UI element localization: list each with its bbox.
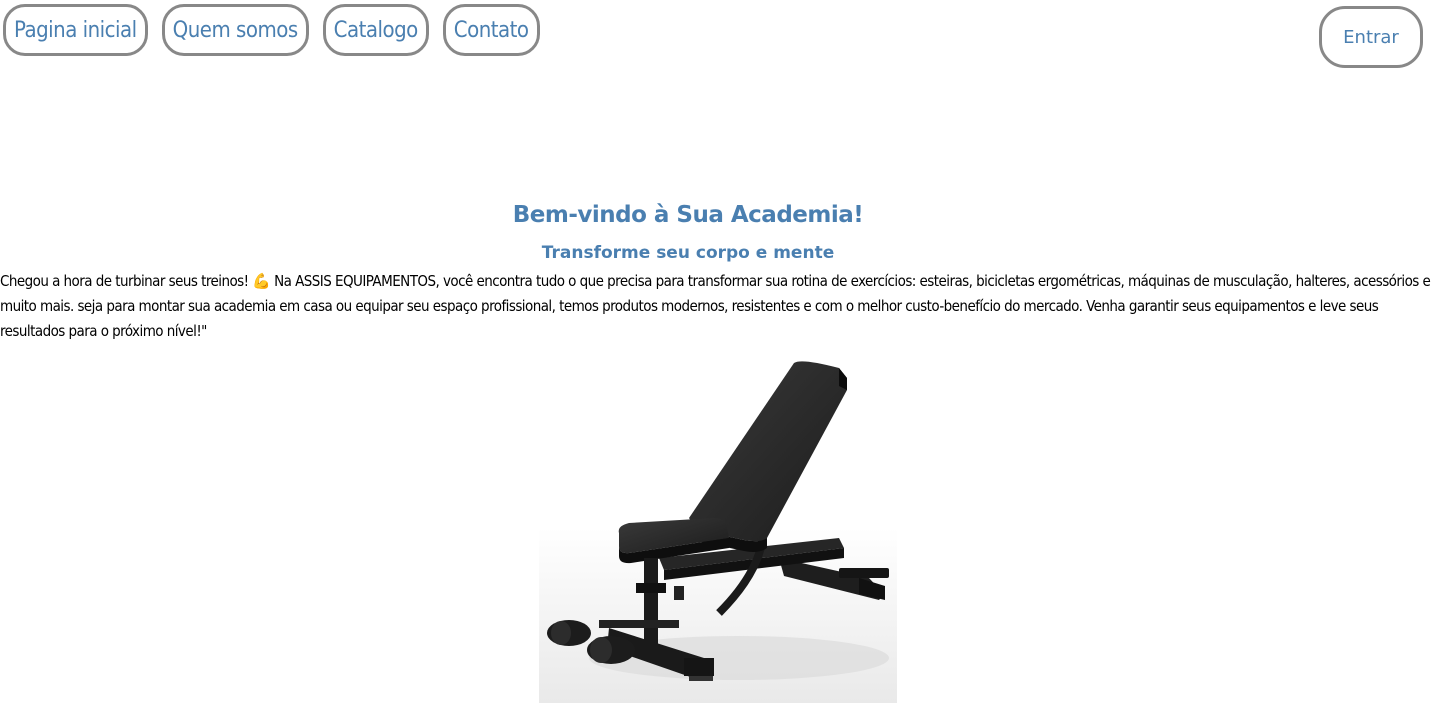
weight-bench-image (539, 358, 897, 703)
nav-catalog-button[interactable]: Catalogo (322, 4, 429, 56)
nav-contact-button[interactable]: Contato (442, 4, 540, 56)
login-button[interactable]: Entrar (1319, 6, 1423, 68)
page-subtitle: Transforme seu corpo e mente (541, 243, 835, 263)
intro-paragraph: Chegou a hora de turbinar seus treinos! … (0, 272, 1431, 340)
nav-home-button[interactable]: Pagina inicial (3, 4, 148, 56)
nav-about-button[interactable]: Quem somos (161, 4, 309, 56)
main-nav: Pagina inicial Quem somos Catalogo Conta… (3, 4, 540, 56)
weight-bench-icon (539, 361, 897, 703)
page-title: Bem-vindo à Sua Academia! (512, 202, 864, 228)
